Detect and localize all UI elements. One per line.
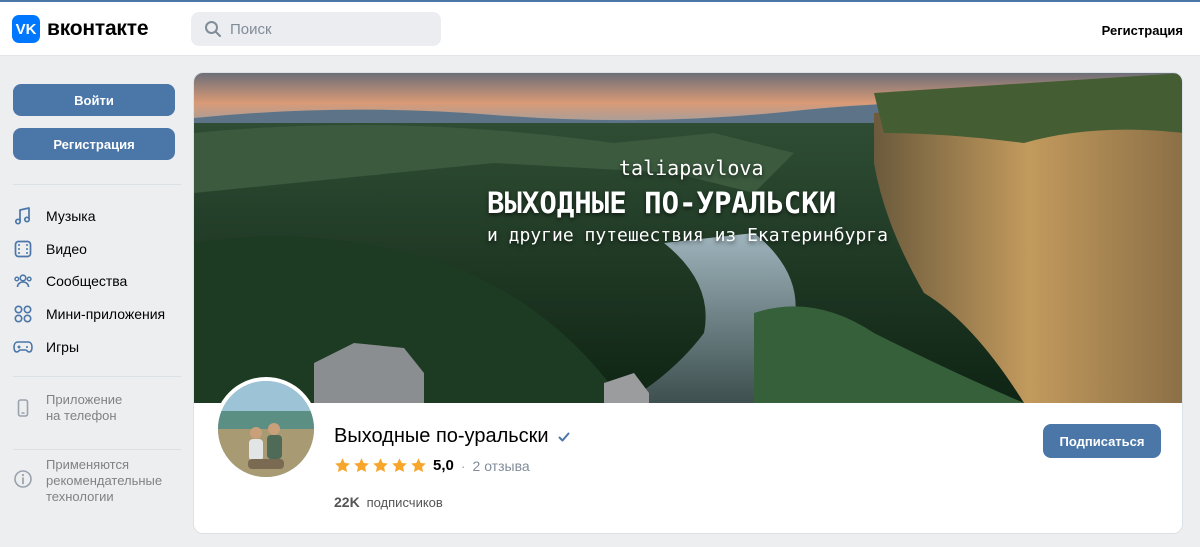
register-button[interactable]: Регистрация	[13, 128, 175, 160]
reviews-link[interactable]: 2 отзыва	[473, 458, 530, 474]
phone-app-line2: на телефон	[46, 408, 117, 423]
rating-value: 5,0	[433, 457, 454, 474]
sidebar-divider	[13, 376, 181, 377]
star-icon	[411, 458, 426, 473]
cover-subtitle: и другие путешествия из Екатеринбурга	[487, 225, 888, 246]
cover-username: taliapavlova	[619, 156, 764, 180]
avatar-photo	[218, 381, 314, 477]
group-name: Выходные по-уральски	[334, 425, 549, 447]
phone-icon	[17, 399, 29, 417]
sidebar-item-label: Видео	[46, 241, 87, 257]
communities-icon	[14, 274, 32, 288]
phone-app-line1: Приложение	[46, 392, 123, 407]
sidebar-item-games[interactable]: Игры	[13, 331, 79, 363]
sidebar-item-label: Игры	[46, 339, 80, 355]
star-icon	[335, 458, 350, 473]
sidebar-item-label: Сообщества	[46, 273, 128, 289]
group-cover-image: taliapavlova ВЫХОДНЫЕ ПО-УРАЛЬСКИ и друг…	[194, 73, 1182, 403]
search-input[interactable]	[230, 20, 430, 38]
group-avatar[interactable]	[214, 377, 318, 481]
star-icon	[373, 458, 388, 473]
cover-title: ВЫХОДНЫЕ ПО-УРАЛЬСКИ	[487, 186, 837, 220]
rating-stars	[334, 457, 429, 474]
vk-logo-icon: VK	[12, 15, 40, 43]
rating-row[interactable]: 5,0 · 2 отзыва	[334, 457, 530, 474]
music-icon	[14, 207, 31, 225]
separator-dot: ·	[460, 457, 466, 474]
recommendations-line2: рекомендательные	[46, 473, 163, 488]
sidebar-item-music[interactable]: Музыка	[13, 200, 96, 232]
star-icon	[392, 458, 407, 473]
sidebar-divider	[13, 184, 181, 185]
sidebar-divider	[13, 449, 181, 450]
sidebar-item-video[interactable]: Видео	[13, 233, 87, 265]
sidebar-item-label: Мини-приложения	[46, 306, 166, 322]
subscribers-number: 22K	[334, 494, 360, 510]
recommendations-line1: Применяются	[46, 457, 130, 472]
star-icon	[354, 458, 369, 473]
recommendations-line3: технологии	[46, 489, 114, 504]
video-icon	[14, 240, 32, 258]
sidebar-item-communities[interactable]: Сообщества	[13, 265, 127, 297]
group-card: taliapavlova ВЫХОДНЫЕ ПО-УРАЛЬСКИ и друг…	[193, 72, 1183, 534]
subscribers-count[interactable]: 22K подписчиков	[334, 494, 443, 510]
subscribe-button[interactable]: Подписаться	[1043, 424, 1161, 458]
sidebar-recommendations[interactable]: Применяются рекомендательные технологии	[13, 457, 162, 505]
sidebar-phone-app[interactable]: Приложение на телефон	[13, 392, 122, 424]
games-icon	[13, 341, 33, 353]
search-box[interactable]	[191, 12, 441, 46]
login-button[interactable]: Войти	[13, 84, 175, 116]
search-icon	[205, 21, 221, 37]
info-icon	[14, 470, 32, 488]
vk-logo[interactable]: VK вконтакте	[12, 15, 148, 43]
mini-apps-icon	[14, 305, 32, 323]
group-title-row: Выходные по-уральски	[334, 425, 571, 448]
top-header: VK вконтакте Регистрация	[0, 0, 1200, 56]
subscribers-label: подписчиков	[366, 495, 443, 510]
logo-text: вконтакте	[47, 17, 149, 40]
sidebar-item-label: Музыка	[46, 208, 96, 224]
header-register-link[interactable]: Регистрация	[1102, 23, 1183, 38]
verified-check-icon	[558, 432, 570, 441]
sidebar-item-mini-apps[interactable]: Мини-приложения	[13, 298, 165, 330]
